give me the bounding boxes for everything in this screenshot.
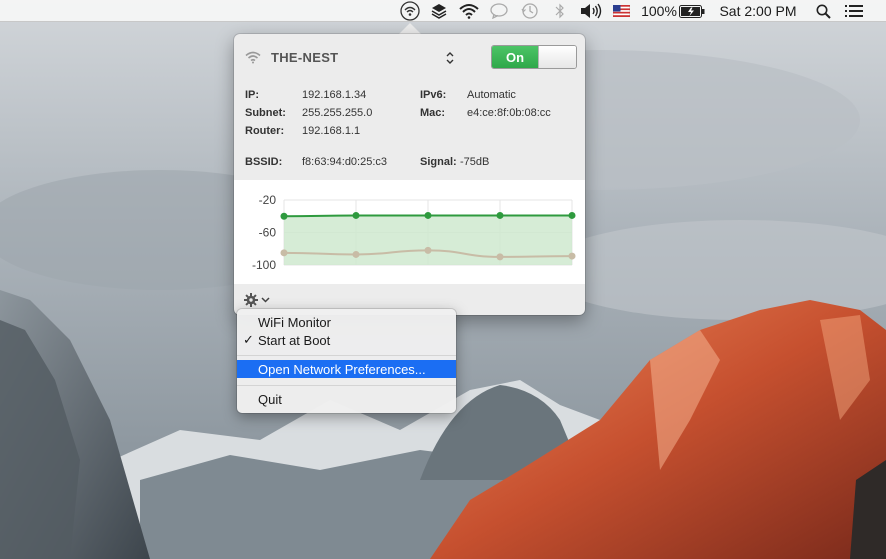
ipv6-label: IPv6: (420, 89, 447, 101)
y-tick-label: -100 (252, 258, 276, 272)
wifi-power-toggle[interactable]: On (491, 45, 577, 69)
battery-icon[interactable] (678, 0, 706, 22)
subnet-value: 255.255.255.0 (302, 107, 373, 119)
bssid-value: f8:63:94:d0:25:c3 (302, 156, 388, 168)
data-point (568, 252, 576, 260)
data-point (280, 212, 288, 220)
bssid-label: BSSID: (245, 156, 283, 168)
menu-item-wifi-monitor[interactable]: WiFi Monitor (237, 313, 456, 331)
ipv6-value: Automatic (467, 89, 516, 101)
speech-bubble-icon[interactable] (488, 0, 510, 22)
menu-item-open-network-preferences[interactable]: Open Network Preferences... (237, 360, 456, 378)
ip-label: IP: (245, 89, 260, 101)
battery-percent: 100% (641, 3, 677, 19)
data-point (352, 250, 360, 258)
mac-value: e4:ce:8f:0b:08:cc (467, 107, 551, 119)
layers-icon[interactable] (428, 0, 450, 22)
y-tick-label: -20 (259, 193, 277, 207)
mac-label: Mac: (420, 107, 446, 119)
signal-chart-area: -20 -60 -100 (234, 180, 585, 284)
wifi-monitor-icon[interactable] (398, 0, 422, 22)
wifi-icon[interactable] (457, 0, 481, 22)
list-icon[interactable] (842, 0, 866, 22)
toggle-knob (538, 46, 576, 68)
y-tick-label: -60 (259, 226, 277, 240)
clock[interactable]: Sat 2:00 PM (712, 0, 804, 22)
signal-chart: -20 -60 -100 (252, 193, 576, 272)
settings-menu-button[interactable] (244, 291, 274, 309)
data-point (424, 211, 432, 219)
data-point (280, 249, 288, 257)
router-label: Router: (245, 125, 285, 137)
gear-icon (244, 293, 258, 307)
data-point (496, 253, 504, 261)
network-name: THE-NEST (271, 50, 339, 65)
menu-item-start-at-boot[interactable]: ✓ Start at Boot (237, 331, 456, 349)
signal-label: Signal: (420, 156, 457, 168)
menu-bar: 100% Sat 2:00 PM (0, 0, 886, 22)
menu-item-label: WiFi Monitor (258, 314, 331, 330)
popover-arrow (399, 23, 421, 34)
menu-item-label: Open Network Preferences... (258, 361, 426, 377)
checkmark-icon: ✓ (243, 332, 254, 347)
data-point (352, 211, 360, 219)
signal-value: -75dB (460, 156, 490, 168)
flag-icon[interactable] (610, 0, 632, 22)
data-point (568, 211, 576, 219)
menu-item-quit[interactable]: Quit (237, 390, 456, 408)
menu-item-label: Start at Boot (258, 332, 331, 348)
data-point (496, 211, 504, 219)
menu-item-label: Quit (258, 391, 282, 407)
network-header: THE-NEST On (234, 34, 585, 82)
settings-dropdown-menu: WiFi Monitor ✓ Start at Boot Open Networ… (237, 309, 456, 413)
bluetooth-icon[interactable] (552, 0, 568, 22)
search-icon[interactable] (812, 0, 834, 22)
menu-separator (237, 355, 456, 356)
menu-separator (237, 385, 456, 386)
chevron-updown-icon[interactable] (442, 50, 458, 66)
wifi-popover: THE-NEST On IP: 192.168.1.34 IPv6: Autom… (234, 34, 585, 315)
time-machine-icon[interactable] (518, 0, 542, 22)
network-wifi-icon (245, 51, 261, 64)
toggle-on-label: On (492, 46, 538, 68)
ip-value: 192.168.1.34 (302, 89, 367, 101)
chevron-down-icon (261, 297, 270, 303)
data-point (424, 246, 432, 254)
subnet-label: Subnet: (245, 107, 286, 119)
volume-icon[interactable] (578, 0, 604, 22)
router-value: 192.168.1.1 (302, 125, 361, 137)
